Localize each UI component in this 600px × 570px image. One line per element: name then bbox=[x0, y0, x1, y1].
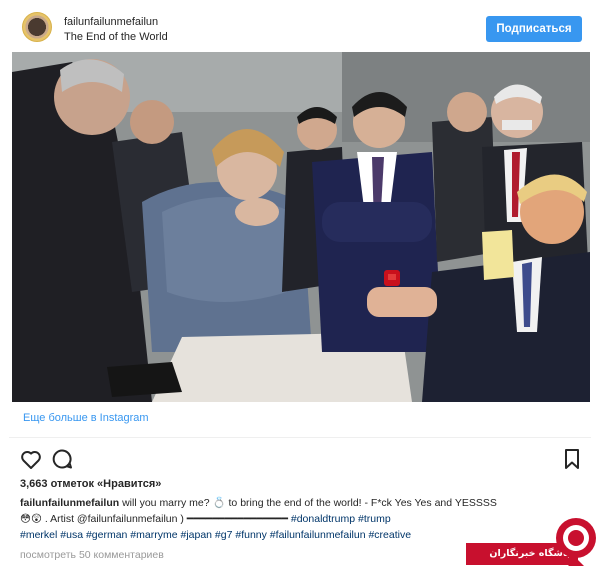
post-header: failunfailunmefailun The End of the Worl… bbox=[9, 4, 591, 50]
photo-illustration bbox=[12, 52, 590, 402]
avatar[interactable] bbox=[22, 12, 52, 42]
caption-username[interactable]: failunfailunmefailun bbox=[20, 497, 119, 509]
view-comments-link[interactable]: посмотреть 50 комментариев bbox=[20, 549, 164, 561]
comment-icon[interactable] bbox=[50, 447, 74, 471]
caption-hashtags-line3[interactable]: #merkel #usa #german #marryme #japan #g7… bbox=[20, 529, 411, 541]
heart-icon[interactable] bbox=[19, 447, 43, 471]
location-label[interactable]: The End of the World bbox=[64, 31, 168, 43]
post-photo[interactable] bbox=[12, 52, 590, 402]
caption-emojis: 😳😲 bbox=[20, 513, 42, 525]
divider bbox=[9, 437, 591, 438]
action-bar bbox=[9, 445, 591, 471]
watermark: باشگاه خبرنگاران bbox=[466, 516, 596, 568]
instagram-embed-card: failunfailunmefailun The End of the Worl… bbox=[9, 4, 591, 566]
follow-button[interactable]: Подписаться bbox=[486, 16, 582, 42]
more-on-instagram-link[interactable]: Еще больше в Instagram bbox=[23, 412, 149, 424]
caption-hashtags-line2[interactable]: #donaldtrump #trump bbox=[291, 513, 391, 525]
bookmark-icon[interactable] bbox=[560, 447, 584, 471]
watermark-logo-icon bbox=[556, 518, 596, 566]
username[interactable]: failunfailunmefailun bbox=[64, 16, 158, 28]
caption-text-line2: . Artist @failunfailunmefailun ) ━━━━━━━… bbox=[44, 513, 288, 525]
caption-text-line1: will you marry me? 💍 to bring the end of… bbox=[122, 497, 497, 509]
likes-count[interactable]: 3,663 отметок «Нравится» bbox=[20, 478, 161, 490]
